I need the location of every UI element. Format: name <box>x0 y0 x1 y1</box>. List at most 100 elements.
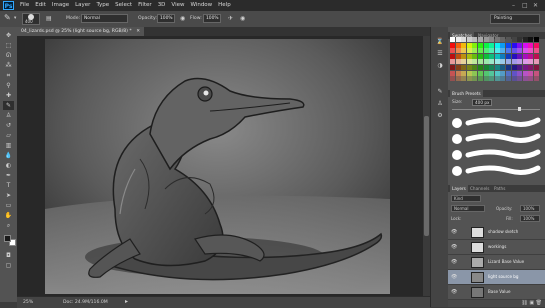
visibility-eye-icon[interactable]: 👁 <box>451 229 458 235</box>
color-swatch[interactable] <box>522 48 528 54</box>
color-swatch[interactable] <box>461 53 467 59</box>
size-slider[interactable] <box>452 109 540 110</box>
menu-filter[interactable]: Filter <box>138 0 152 11</box>
color-swatch[interactable] <box>472 48 478 54</box>
color-swatch[interactable] <box>461 37 467 42</box>
color-swatch[interactable] <box>500 42 506 48</box>
workspace-switcher[interactable]: Painting <box>490 14 540 24</box>
color-swatch[interactable] <box>511 42 517 48</box>
tool-preset-dropdown[interactable]: ▾ <box>14 15 16 23</box>
color-swatch[interactable] <box>494 37 500 42</box>
menu-view[interactable]: View <box>171 0 184 11</box>
mode-select[interactable]: Normal <box>81 14 128 23</box>
color-swatch[interactable] <box>450 76 455 82</box>
type-icon[interactable]: T <box>3 181 14 190</box>
color-swatch[interactable] <box>494 65 500 70</box>
color-swatch[interactable] <box>494 70 500 76</box>
brush-tool-icon[interactable]: ✎ <box>4 14 11 22</box>
color-swatch[interactable] <box>472 76 478 82</box>
tool-presets-panel-icon[interactable]: ⚙ <box>434 111 446 121</box>
color-swatch[interactable] <box>500 65 506 70</box>
color-swatch[interactable] <box>478 48 483 54</box>
path-select-icon[interactable]: ➤ <box>3 191 14 200</box>
color-swatch[interactable] <box>489 76 495 82</box>
color-swatch[interactable] <box>528 59 534 65</box>
color-swatch[interactable] <box>466 65 472 70</box>
menu-3d[interactable]: 3D <box>158 0 166 11</box>
quick-mask-icon[interactable]: ◘ <box>3 251 14 260</box>
color-swatch[interactable] <box>506 65 511 70</box>
brush-preset-picker[interactable]: 400 <box>22 13 40 25</box>
color-swatch[interactable] <box>489 65 495 70</box>
color-swatch[interactable] <box>517 37 523 42</box>
history-panel-icon[interactable]: ⌛ <box>434 37 446 47</box>
color-swatch[interactable] <box>494 42 500 48</box>
visibility-eye-icon[interactable]: 👁 <box>451 289 458 295</box>
close-window-button[interactable]: ✕ <box>533 0 538 11</box>
layer-row-workings[interactable]: 👁 workings <box>448 240 545 255</box>
color-swatch[interactable] <box>511 70 517 76</box>
color-swatch[interactable] <box>478 76 483 82</box>
color-swatch[interactable] <box>450 65 455 70</box>
foreground-color-swatch[interactable] <box>4 235 11 242</box>
color-swatch[interactable] <box>455 37 461 42</box>
dodge-icon[interactable]: ◐ <box>3 161 14 170</box>
zoom-level[interactable]: 25% <box>23 299 33 306</box>
crop-icon[interactable]: ⌗ <box>3 71 14 80</box>
menu-layer[interactable]: Layer <box>75 0 90 11</box>
color-swatch[interactable] <box>483 53 489 59</box>
color-swatch[interactable] <box>522 65 528 70</box>
color-swatch[interactable] <box>472 70 478 76</box>
color-swatch[interactable] <box>461 70 467 76</box>
delete-layer-icon[interactable]: 🗑 <box>536 300 542 306</box>
color-swatch[interactable] <box>450 48 455 54</box>
color-swatch[interactable] <box>506 48 511 54</box>
color-swatch[interactable] <box>506 76 511 82</box>
color-swatch[interactable] <box>472 59 478 65</box>
color-swatch[interactable] <box>494 59 500 65</box>
color-swatch[interactable] <box>517 42 523 48</box>
color-swatch[interactable] <box>466 53 472 59</box>
color-swatch[interactable] <box>455 70 461 76</box>
color-swatch[interactable] <box>455 59 461 65</box>
pen-icon[interactable]: ✒ <box>3 171 14 180</box>
color-swatch[interactable] <box>522 53 528 59</box>
menu-select[interactable]: Select <box>115 0 132 11</box>
color-swatch[interactable] <box>478 37 483 42</box>
close-tab-icon[interactable]: ✕ <box>136 29 140 34</box>
properties-panel-icon[interactable]: ☰ <box>434 49 446 59</box>
menu-file[interactable]: File <box>20 0 29 11</box>
color-swatch[interactable] <box>489 37 495 42</box>
history-brush-icon[interactable]: ↺ <box>3 121 14 130</box>
color-swatch[interactable] <box>466 42 472 48</box>
color-swatch[interactable] <box>500 48 506 54</box>
color-swatch[interactable] <box>466 59 472 65</box>
layer-row-base-value[interactable]: 👁 Base Value <box>448 285 545 300</box>
size-slider-handle[interactable] <box>518 107 521 111</box>
color-swatch[interactable] <box>500 53 506 59</box>
color-swatch[interactable] <box>478 53 483 59</box>
shape-icon[interactable]: ▭ <box>3 201 14 210</box>
color-swatch[interactable] <box>506 53 511 59</box>
move-icon[interactable]: ✥ <box>3 31 14 40</box>
pressure-opacity-icon[interactable]: ◉ <box>180 15 185 23</box>
color-swatch[interactable] <box>450 42 455 48</box>
color-swatch[interactable] <box>522 59 528 65</box>
brush-panel-toggle-icon[interactable]: ▤ <box>46 15 52 23</box>
color-swatch[interactable] <box>472 53 478 59</box>
color-swatch[interactable] <box>494 76 500 82</box>
visibility-eye-icon[interactable]: 👁 <box>451 274 458 280</box>
color-swatch[interactable] <box>517 70 523 76</box>
pressure-size-icon[interactable]: ◉ <box>240 15 245 23</box>
eyedropper-icon[interactable]: ⚲ <box>3 81 14 90</box>
brush-panel-icon[interactable]: ✎ <box>434 87 446 97</box>
color-swatch[interactable] <box>534 76 539 82</box>
eraser-icon[interactable]: ▱ <box>3 131 14 140</box>
color-swatch[interactable] <box>455 53 461 59</box>
color-swatch[interactable] <box>483 65 489 70</box>
color-swatch[interactable] <box>478 65 483 70</box>
color-swatch[interactable] <box>461 76 467 82</box>
color-swatch[interactable] <box>500 76 506 82</box>
tab-paths[interactable]: Paths <box>492 185 507 192</box>
color-swatch[interactable] <box>489 59 495 65</box>
